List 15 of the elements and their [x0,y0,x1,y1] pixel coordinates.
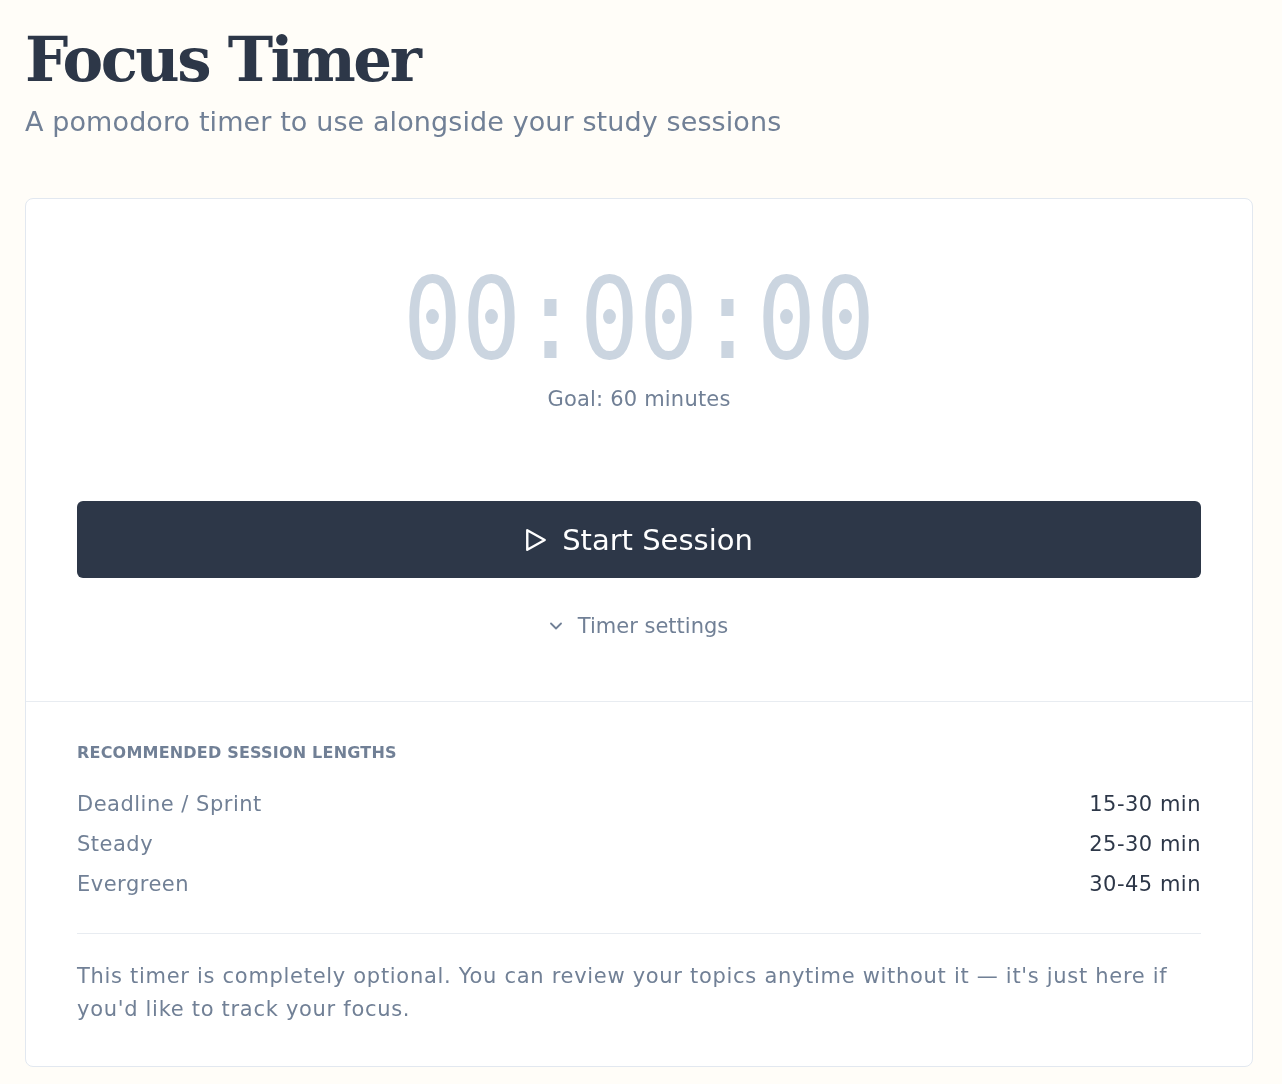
play-icon [525,527,548,552]
chevron-icon [549,622,562,630]
session-type-label: Deadline / Sprint [77,792,262,816]
session-length-value: 30-45 min [1089,872,1201,896]
start-session-button[interactable]: Start Session [77,501,1201,578]
section-heading: RECOMMENDED SESSION LENGTHS [77,742,398,764]
timer-settings-toggle[interactable]: Timer settings [549,612,729,640]
session-length-value: 15-30 min [1089,792,1201,816]
session-length-value: 25-30 min [1089,832,1201,856]
session-type-label: Steady [77,832,154,856]
goal-text: Goal: 60 minutes [547,386,731,413]
session-type-label: Evergreen [77,872,190,896]
page-title: Focus Timer [25,23,420,97]
page-subtitle: A pomodoro timer to use alongside your study sessions [25,105,782,139]
note-text: This timer is completely optional. You can review your topics anytime without it — it's just here if you'd like to track your focus. [77,963,1169,1023]
